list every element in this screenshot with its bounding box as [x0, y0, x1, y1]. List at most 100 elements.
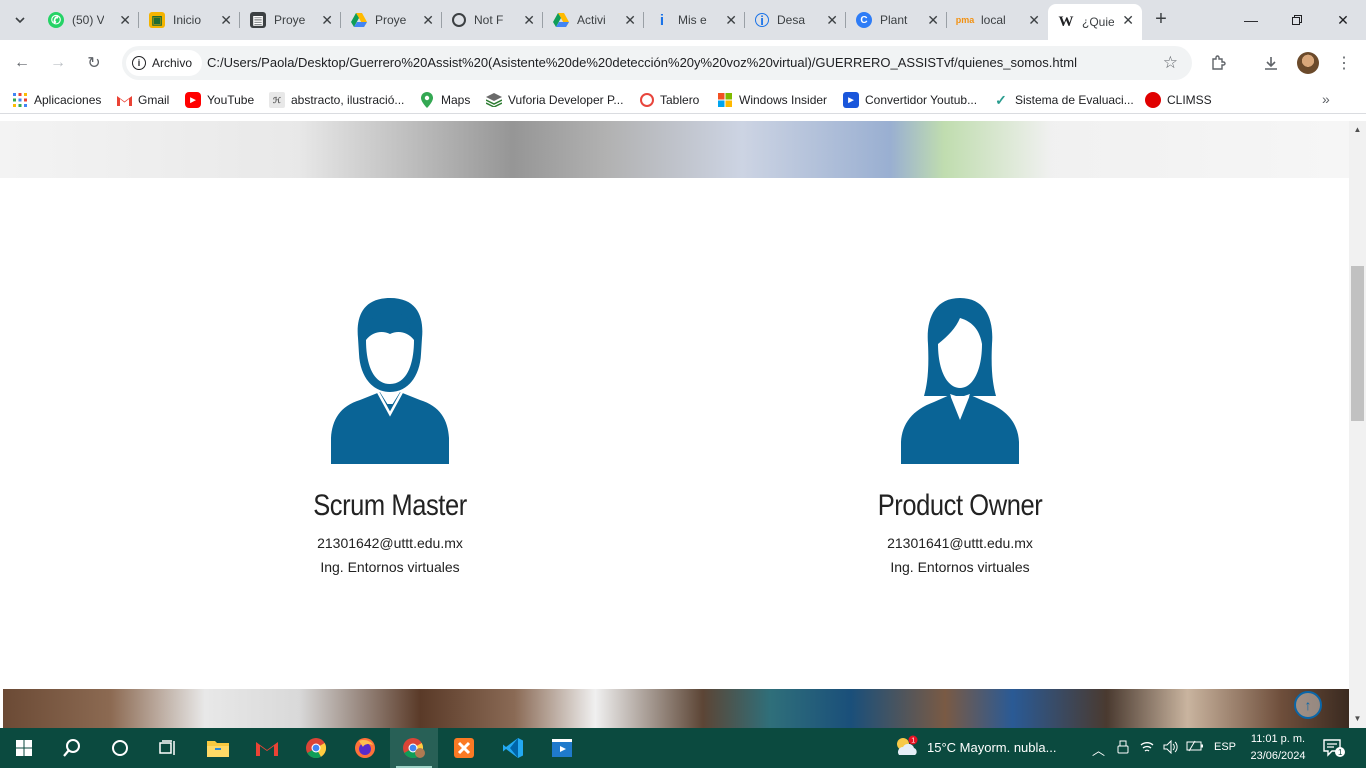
close-icon[interactable]: ✕ [826, 12, 838, 29]
url-text[interactable]: C:/Users/Paola/Desktop/Guerrero%20Assist… [207, 55, 1077, 70]
clock[interactable]: 11:01 p. m. 23/06/2024 [1240, 731, 1316, 765]
close-icon[interactable]: ✕ [422, 12, 434, 29]
svg-text:1: 1 [1338, 748, 1343, 757]
taskbar-chrome[interactable] [292, 728, 340, 768]
extensions-button[interactable] [1206, 51, 1230, 75]
site-info-chip[interactable]: i Archivo [126, 50, 203, 76]
profile-avatar[interactable] [1297, 52, 1319, 74]
scrollbar-thumb[interactable] [1351, 266, 1364, 421]
taskbar-xampp[interactable] [440, 728, 488, 768]
wifi-icon[interactable] [1140, 740, 1154, 757]
tab-desa[interactable]: i Desa ✕ [745, 4, 846, 36]
close-icon[interactable]: ✕ [1122, 12, 1134, 29]
scroll-up-arrow-icon[interactable]: ▲ [1349, 123, 1366, 137]
cortana-button[interactable] [96, 728, 144, 768]
bookmark-windows-insider[interactable]: Windows Insider [717, 91, 827, 109]
taskbar-firefox[interactable] [341, 728, 389, 768]
close-icon[interactable]: ✕ [321, 12, 333, 29]
tab-proyecto-2[interactable]: Proye ✕ [341, 4, 442, 36]
close-icon[interactable]: ✕ [220, 12, 232, 29]
bookmark-label: Sistema de Evaluaci... [1015, 93, 1134, 107]
search-button[interactable] [48, 728, 96, 768]
tab-actividades[interactable]: Activi ✕ [543, 4, 644, 36]
tab-quienes-somos[interactable]: W ¿Quie ✕ [1048, 4, 1142, 40]
restore-button[interactable] [1274, 0, 1320, 40]
bookmarks-overflow-button[interactable]: » [1322, 91, 1330, 107]
vscode-icon [503, 738, 523, 758]
taskbar-gmail[interactable] [243, 728, 291, 768]
close-icon: ✕ [1337, 11, 1349, 28]
close-icon[interactable]: ✕ [1028, 12, 1040, 29]
tab-label: Proye [375, 13, 407, 27]
chrome-menu-button[interactable]: ⋮ [1332, 51, 1356, 75]
career-text: Ing. Entornos virtuales [320, 559, 460, 575]
close-icon[interactable]: ✕ [523, 12, 535, 29]
hero-image-top [0, 121, 1349, 178]
bookmark-convertidor[interactable]: ▶ Convertidor Youtub... [843, 91, 977, 109]
new-tab-button[interactable]: + [1150, 8, 1172, 30]
bookmark-label: YouTube [207, 93, 255, 107]
close-icon[interactable]: ✕ [927, 12, 939, 29]
bookmark-gmail[interactable]: Gmail [116, 91, 169, 109]
tab-plantilla[interactable]: C Plant ✕ [846, 4, 947, 36]
usb-icon[interactable] [1117, 740, 1129, 757]
whatsapp-icon: ✆ [48, 12, 64, 28]
tab-inicio[interactable]: ▣ Inicio ✕ [139, 4, 240, 36]
globe-icon [452, 13, 466, 27]
battery-icon[interactable] [1186, 740, 1204, 755]
tab-search-button[interactable] [8, 8, 32, 32]
tab-not-found[interactable]: Not F ✕ [442, 4, 543, 36]
scroll-down-arrow-icon[interactable]: ▼ [1349, 712, 1366, 726]
bookmark-label: Maps [441, 93, 471, 107]
notifications-button[interactable]: 1 [1323, 738, 1345, 761]
weather-text[interactable]: 15°C Mayorm. nubla... [927, 740, 1056, 755]
climss-icon [1145, 92, 1161, 108]
reload-button[interactable]: ↻ [82, 51, 106, 75]
address-bar[interactable]: i Archivo C:/Users/Paola/Desktop/Guerrer… [122, 46, 1192, 80]
bookmark-youtube[interactable]: ▶ YouTube [185, 91, 254, 109]
chevron-up-icon[interactable]: ︿ [1092, 740, 1105, 759]
tab-label: Mis e [678, 13, 707, 27]
close-window-button[interactable]: ✕ [1320, 0, 1366, 40]
minimize-button[interactable]: — [1228, 0, 1274, 40]
back-to-top-button[interactable]: ↑ [1294, 691, 1322, 719]
windows-start-icon [16, 740, 32, 756]
vertical-scrollbar[interactable]: ▲ ▼ [1349, 121, 1366, 728]
bookmark-abstracto[interactable]: ℋ abstracto, ilustració... [269, 91, 404, 109]
weather-icon[interactable]: 1 [893, 735, 921, 762]
taskbar-chrome-profile[interactable] [390, 728, 438, 768]
tab-label: local [981, 13, 1006, 27]
tablero-icon [640, 93, 654, 107]
taskbar-vscode[interactable] [489, 728, 537, 768]
bookmark-label: Aplicaciones [34, 93, 102, 107]
tab-label: Activi [577, 13, 606, 27]
bookmark-sistema-evaluacion[interactable]: ✓ Sistema de Evaluaci... [993, 91, 1134, 109]
close-icon[interactable]: ✕ [119, 12, 131, 29]
bookmark-maps[interactable]: Maps [419, 91, 470, 109]
tab-mis-e[interactable]: i Mis e ✕ [644, 4, 745, 36]
image-icon: ℋ [269, 92, 285, 108]
bookmark-aplicaciones[interactable]: Aplicaciones [12, 91, 101, 109]
tab-proyecto-1[interactable]: ▤ Proye ✕ [240, 4, 341, 36]
bookmark-climss[interactable]: CLIMSS [1145, 91, 1212, 109]
bookmark-star-icon[interactable]: ☆ [1163, 53, 1178, 73]
back-button[interactable]: ← [10, 51, 34, 75]
forward-button[interactable]: → [46, 51, 70, 75]
language-indicator[interactable]: ESP [1214, 741, 1236, 753]
tab-localhost[interactable]: pma local ✕ [947, 4, 1048, 36]
task-view-button[interactable] [144, 728, 192, 768]
taskbar-file-explorer[interactable] [194, 728, 242, 768]
start-button[interactable] [0, 728, 48, 768]
google-drive-icon [553, 12, 569, 28]
volume-icon[interactable] [1163, 739, 1179, 757]
contact-card-icon: ▤ [250, 12, 266, 28]
close-icon[interactable]: ✕ [725, 12, 737, 29]
bookmark-vuforia[interactable]: Vuforia Developer P... [486, 91, 623, 109]
close-icon[interactable]: ✕ [624, 12, 636, 29]
kebab-menu-icon: ⋮ [1336, 55, 1352, 72]
bookmark-tablero[interactable]: Tablero [640, 91, 699, 109]
tab-whatsapp[interactable]: ✆ (50) V ✕ [38, 4, 139, 36]
svg-text:1: 1 [911, 738, 915, 745]
downloads-button[interactable] [1259, 51, 1283, 75]
taskbar-video-editor[interactable] [538, 728, 586, 768]
